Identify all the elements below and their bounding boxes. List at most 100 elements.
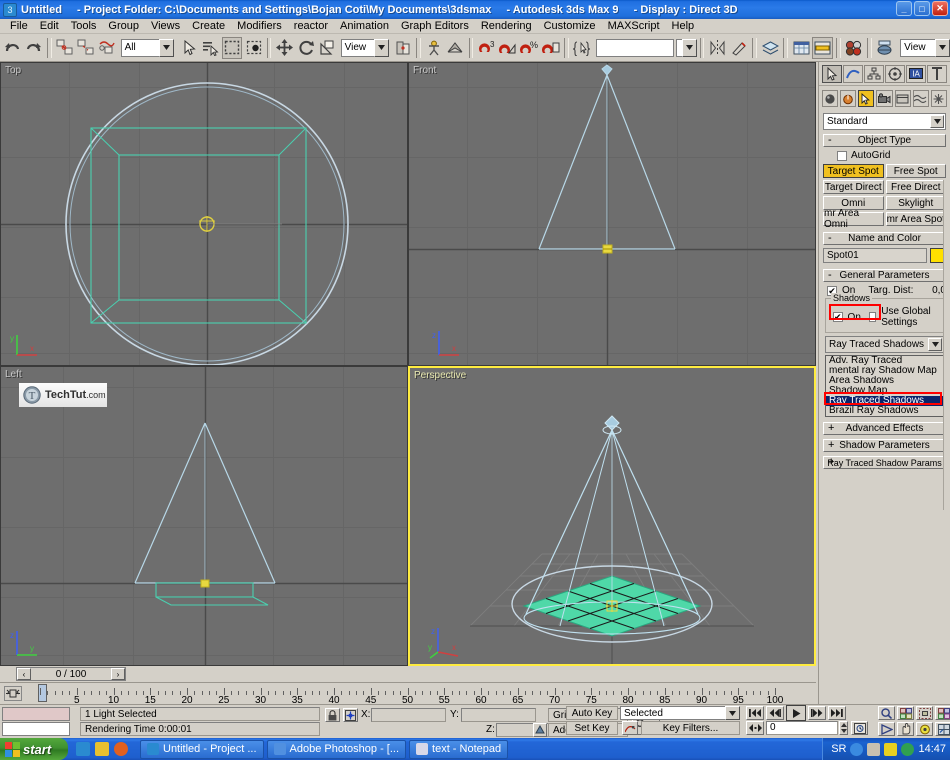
select-object-button[interactable] [179,37,199,59]
zoom-all-button[interactable] [897,706,914,720]
chevron-down-icon[interactable] [374,39,389,57]
quick-launch-max-icon[interactable] [76,742,90,756]
shadow-option-mental-ray-shadow-map[interactable]: mental ray Shadow Map [826,366,943,376]
shadow-type-dropdown-list[interactable]: Adv. Ray Tracedmental ray Shadow MapArea… [825,355,944,417]
rollout-general-parameters-header[interactable]: - General Parameters [823,269,946,282]
angle-snap-toggle-button[interactable] [498,37,518,59]
curve-editor-button[interactable] [791,37,811,59]
use-pivot-point-center-button[interactable] [393,37,413,59]
utilities-tab[interactable] [927,65,947,83]
maximize-viewport-toggle-button[interactable] [935,722,950,736]
snaps-3d-toggle-button[interactable]: 3 [476,37,496,59]
current-frame-field[interactable]: 0 [766,721,838,735]
menu-item-help[interactable]: Help [666,20,701,32]
tray-warning-icon[interactable] [884,743,897,756]
set-key-button[interactable]: Set Key [566,721,618,735]
bind-to-space-warp-button[interactable] [97,37,117,59]
quick-launch-photoshop-icon[interactable] [95,742,109,756]
create-tab[interactable] [822,65,842,83]
object-type-button-mr-area-spot[interactable]: mr Area Spot [886,212,947,226]
shadow-type-combo[interactable]: Ray Traced Shadows [825,336,944,353]
set-key-filters-button[interactable]: Key Filters... [641,721,740,735]
select-and-rotate-button[interactable] [296,37,316,59]
render-scene-dialog-button[interactable] [875,37,895,59]
shadow-option-area-shadows[interactable]: Area Shadows [826,376,943,386]
autogrid-row[interactable]: AutoGrid [837,150,946,161]
menu-item-rendering[interactable]: Rendering [475,20,538,32]
taskbar-item[interactable]: text - Notepad [409,740,508,759]
menu-item-reactor[interactable]: reactor [288,20,334,32]
zoom-button[interactable] [878,706,895,720]
next-frame-button[interactable]: › [111,668,125,680]
menu-item-group[interactable]: Group [102,20,145,32]
menu-item-views[interactable]: Views [145,20,186,32]
selection-lock-toggle[interactable] [325,708,340,722]
selection-level-combo[interactable]: Selected [620,706,740,720]
spinner-snap-toggle-button[interactable] [540,37,560,59]
track-bar[interactable]: 5101520253035404550556065707580859095100 [0,682,816,704]
hierarchy-tab[interactable] [864,65,884,83]
reference-coordinate-system-combo[interactable]: View [341,39,389,57]
shadow-option-adv-ray-traced[interactable]: Adv. Ray Traced [826,356,943,366]
previous-frame-button[interactable] [766,706,784,720]
select-and-manipulate-button[interactable] [424,37,444,59]
chevron-down-icon[interactable] [159,39,174,57]
arc-rotate-button[interactable] [916,722,933,736]
named-selection-dropdown[interactable] [676,39,697,57]
percent-snap-toggle-button[interactable]: % [519,37,539,59]
object-type-button-target-spot[interactable]: Target Spot [823,164,884,178]
material-editor-button[interactable] [844,37,864,59]
prev-frame-button[interactable]: ‹ [17,668,31,680]
menu-item-create[interactable]: Create [186,20,231,32]
viewport-front[interactable]: Front x z [408,62,816,366]
spacewarps-icon[interactable] [913,90,929,107]
chevron-down-icon[interactable] [930,115,944,128]
frame-spinner[interactable] [839,721,848,735]
maxscript-mini-listener-white[interactable] [2,722,70,736]
unlink-selection-button[interactable] [76,37,96,59]
start-button[interactable]: start [0,738,68,760]
rollout-ray-traced-shadow-params-header[interactable]: + Ray Traced Shadow Params [823,456,946,469]
display-tab[interactable]: IA [906,65,926,83]
quick-launch-firefox-icon[interactable] [114,742,128,756]
menu-item-edit[interactable]: Edit [34,20,65,32]
menu-item-customize[interactable]: Customize [538,20,602,32]
tray-language-indicator[interactable]: SR [831,743,846,755]
chevron-down-icon[interactable] [725,706,740,720]
viewport-left[interactable]: Left T TechTut.com y z [0,366,408,666]
x-coordinate-field[interactable] [371,708,446,722]
mirror-button[interactable] [707,37,727,59]
menu-item-animation[interactable]: Animation [334,20,395,32]
absolute-relative-transform-toggle[interactable] [343,708,358,722]
tray-antivirus-icon[interactable] [901,743,914,756]
tray-clock[interactable]: 14:47 [918,743,946,755]
redo-button[interactable] [23,37,43,59]
tray-chevron-icon[interactable] [850,743,863,756]
open-mini-curve-editor-icon[interactable] [4,686,22,701]
time-slider-field[interactable]: ‹ 0 / 100 › [16,667,126,681]
rollout-advanced-effects-header[interactable]: + Advanced Effects [823,422,946,435]
object-type-button-target-direct[interactable]: Target Direct [823,180,884,194]
named-selection-sets-field[interactable] [596,39,674,57]
go-to-start-button[interactable] [746,706,764,720]
taskbar-item[interactable]: Untitled - Project ... [140,740,264,759]
undo-button[interactable] [2,37,22,59]
menu-item-modifiers[interactable]: Modifiers [231,20,288,32]
motion-tab[interactable] [885,65,905,83]
zoom-extents-button[interactable] [916,706,933,720]
chevron-down-icon[interactable] [935,39,950,57]
rectangular-selection-region-button[interactable] [222,37,242,59]
auto-key-button[interactable]: Auto Key [566,706,618,720]
menu-item-tools[interactable]: Tools [65,20,103,32]
object-type-button-free-spot[interactable]: Free Spot [886,164,947,178]
object-type-button-skylight[interactable]: Skylight [886,196,947,210]
select-by-name-button[interactable] [201,37,221,59]
shadow-option-brazil-ray-shadows[interactable]: Brazil Ray Shadows [826,406,943,416]
viewport-render-combo[interactable]: View [900,39,950,57]
select-and-move-button[interactable] [274,37,294,59]
autogrid-checkbox[interactable] [837,151,847,161]
menu-item-maxscript[interactable]: MAXScript [602,20,666,32]
taskbar-item[interactable]: Adobe Photoshop - [... [267,740,406,759]
object-type-button-free-direct[interactable]: Free Direct [886,180,947,194]
viewport-top[interactable]: x y Top x y [0,62,408,366]
